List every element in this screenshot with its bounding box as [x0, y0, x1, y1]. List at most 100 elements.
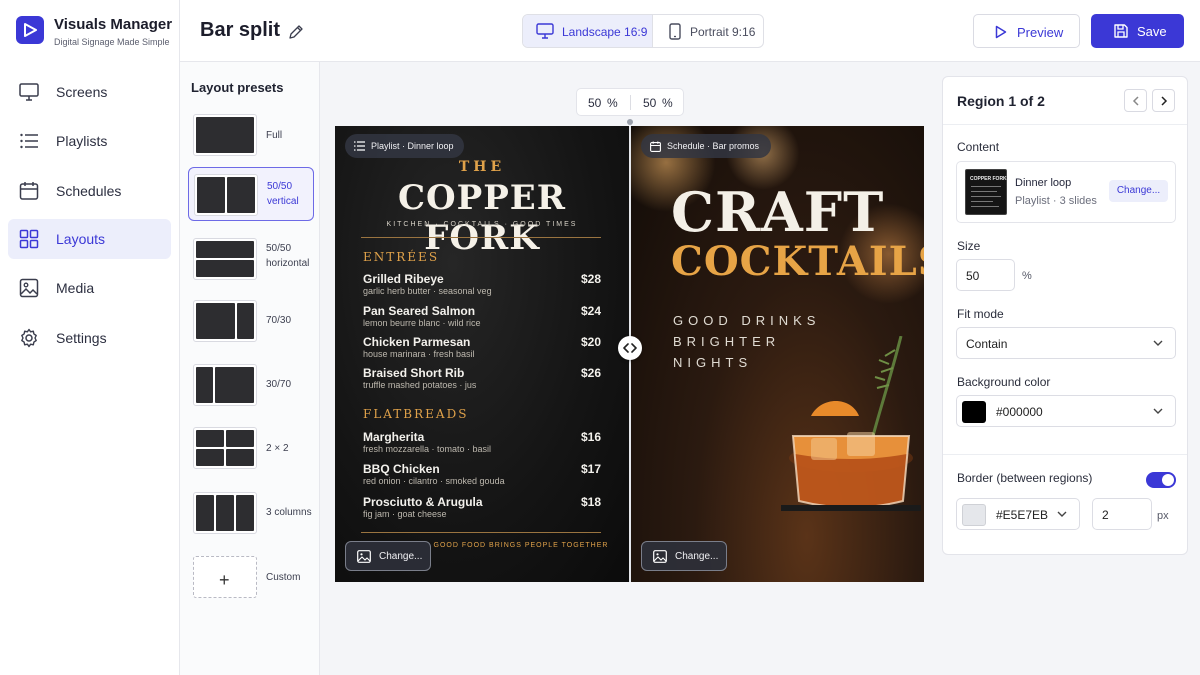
menu-item-price: $28 — [580, 272, 601, 286]
split-ratio-control: 50 % 50 % — [576, 88, 684, 116]
size-input[interactable]: 50 — [956, 259, 1015, 291]
preview-button[interactable]: Preview — [973, 14, 1080, 48]
sidebar-item-settings[interactable]: Settings — [8, 318, 171, 358]
preset-thumbnail — [194, 174, 258, 216]
promo-tagline: BRIGHTER — [673, 334, 781, 349]
save-button[interactable]: Save — [1091, 14, 1184, 48]
fit-mode-label: Fit mode — [957, 307, 1004, 321]
play-icon — [995, 25, 1007, 39]
sidebar-item-schedules[interactable]: Schedules — [8, 171, 171, 211]
right-ratio-unit: % — [662, 96, 673, 110]
change-label: Change... — [675, 551, 719, 562]
calendar-icon — [19, 182, 39, 200]
preset-50-50-vertical[interactable]: 50/50 vertical — [188, 167, 314, 221]
menu-item-desc: lemon beurre blanc · wild rice — [363, 318, 481, 328]
left-region-change-button[interactable]: Change... — [345, 541, 431, 571]
orientation-landscape-button[interactable]: Landscape 16:9 — [523, 15, 653, 47]
preset-thumbnail: + — [193, 556, 257, 598]
pencil-edit-icon[interactable] — [288, 24, 304, 40]
sidebar-item-label: Layouts — [56, 231, 106, 247]
region-right[interactable]: Schedule · Bar promos CRAFT COCKTAILS GO… — [631, 126, 924, 582]
preset-label: 2 × 2 — [266, 443, 289, 454]
menu-item-desc: house marinara · fresh basil — [363, 349, 475, 359]
gear-icon — [21, 328, 37, 348]
menu-item-price: $26 — [580, 366, 601, 380]
preset-2x2[interactable]: 2 × 2 — [188, 421, 314, 475]
size-unit: % — [1022, 270, 1032, 282]
preset-label: 70/30 — [266, 315, 292, 326]
preset-label: 50/50 vertical — [267, 181, 299, 207]
preset-label: Full — [266, 130, 283, 141]
preset-3-columns[interactable]: 3 columns — [188, 486, 314, 540]
brand[interactable]: Visuals Manager Digital Signage Made Sim… — [16, 16, 176, 50]
preset-50-50-horizontal[interactable]: 50/50 horizontal — [188, 232, 314, 286]
menu-item-name: Pan Seared Salmon — [363, 304, 476, 318]
play-logo-icon — [16, 16, 44, 44]
chevron-down-icon — [1153, 340, 1163, 346]
sidebar-item-label: Screens — [56, 84, 108, 100]
promo-headline-2: COCKTAILS — [671, 238, 924, 285]
menu-restaurant-name: COPPER FORK — [398, 178, 566, 258]
preset-thumbnail — [193, 492, 257, 534]
grid-icon — [19, 229, 39, 249]
sidebar-item-label: Schedules — [56, 183, 122, 199]
image-icon — [19, 278, 39, 298]
border-toggle[interactable] — [1146, 472, 1176, 488]
next-region-button[interactable] — [1152, 89, 1175, 112]
content-meta: Playlist · 3 slides — [1015, 195, 1097, 207]
fit-mode-select[interactable]: Contain — [956, 327, 1176, 359]
preset-custom[interactable]: + Custom — [188, 550, 314, 604]
menu-tagline: KITCHEN · COCKTAILS · GOOD TIMES — [386, 221, 578, 228]
page-title: Bar split — [200, 19, 281, 41]
preset-thumbnail — [193, 300, 257, 342]
background-color-swatch — [962, 401, 986, 423]
menu-divider — [361, 237, 601, 238]
content-card: COPPER FORK Dinner loop Playlist · 3 sli… — [956, 161, 1176, 223]
menu-item-desc: garlic herb butter · seasonal veg — [363, 286, 492, 296]
change-label: Change... — [379, 551, 423, 562]
sidebar-item-screens[interactable]: Screens — [8, 72, 171, 112]
previous-region-button[interactable] — [1124, 89, 1147, 112]
preset-thumbnail — [193, 427, 257, 469]
border-color-value: #E5E7EB — [996, 508, 1049, 522]
divider-top-handle[interactable] — [627, 119, 633, 125]
sidebar-item-media[interactable]: Media — [8, 268, 171, 308]
right-region-change-button[interactable]: Change... — [641, 541, 727, 571]
right-ratio-value[interactable]: 50 — [643, 96, 656, 110]
border-color-select[interactable]: #E5E7EB — [956, 498, 1080, 530]
preset-label: 3 columns — [266, 507, 312, 518]
preset-thumbnail — [193, 238, 257, 280]
menu-item-name: Grilled Ribeye — [363, 272, 444, 286]
menu-item-price: $18 — [580, 495, 601, 509]
menu-item-name: BBQ Chicken — [363, 462, 440, 476]
left-ratio-value[interactable]: 50 — [588, 96, 601, 110]
border-width-input[interactable]: 2 — [1092, 498, 1152, 530]
region-left[interactable]: Playlist · Dinner loop THE COPPER FORK K… — [335, 126, 629, 582]
menu-item-desc: red onion · cilantro · smoked gouda — [363, 476, 505, 486]
playlist-chip[interactable]: Playlist · Dinner loop — [345, 134, 464, 158]
content-label: Content — [957, 140, 1000, 154]
schedule-chip[interactable]: Schedule · Bar promos — [641, 134, 771, 158]
menu-item-name: Margherita — [363, 430, 425, 444]
sidebar-item-layouts[interactable]: Layouts — [8, 219, 171, 259]
preset-label: 50/50 horizontal — [266, 243, 310, 269]
list-icon — [354, 141, 365, 151]
image-icon — [357, 550, 371, 563]
menu-footer: GOOD FOOD BRINGS PEOPLE TOGETHER — [433, 542, 609, 549]
content-change-button[interactable]: Change... — [1109, 180, 1168, 202]
preset-70-30[interactable]: 70/30 — [188, 294, 314, 348]
portrait-phone-icon — [669, 23, 681, 40]
orientation-label: Landscape 16:9 — [562, 25, 648, 39]
border-label: Border (between regions) — [957, 471, 1093, 485]
image-icon — [653, 550, 667, 563]
chip-label: Playlist · Dinner loop — [371, 141, 454, 151]
list-icon — [20, 133, 38, 149]
preset-full[interactable]: Full — [188, 108, 314, 162]
split-drag-handle[interactable] — [618, 336, 642, 360]
sidebar-item-playlists[interactable]: Playlists — [8, 121, 171, 161]
plus-icon: + — [219, 570, 230, 590]
orientation-portrait-button[interactable]: Portrait 9:16 — [653, 15, 765, 47]
layout-presets-panel: Layout presets Full 50/50 vertical 50/50… — [180, 62, 320, 675]
preset-30-70[interactable]: 30/70 — [188, 358, 314, 412]
background-color-select[interactable]: #000000 — [956, 395, 1176, 427]
